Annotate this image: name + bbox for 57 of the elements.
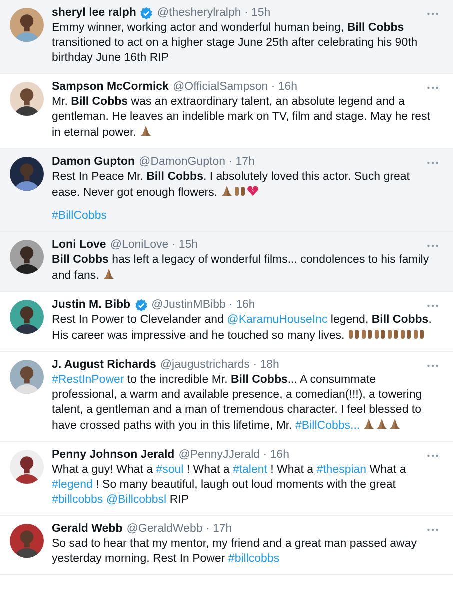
more-icon[interactable]	[427, 86, 439, 90]
raised-hands-icon	[234, 185, 246, 197]
tweet-text: So sad to hear that my mentor, my friend and a great man passed away yesterday morning. Rest In Power #billcobbs	[52, 537, 418, 567]
handle-and-time: @PennyJJerald · 16h	[178, 448, 290, 463]
praying-hands-icon	[363, 418, 376, 430]
more-icon[interactable]	[427, 12, 439, 16]
handle-and-time: @thesherylralph · 15h	[157, 6, 271, 21]
handle-and-time: @jaugustrichards · 18h	[160, 358, 280, 373]
tweet-text: Bill Cobbs has left a legacy of wonderful films... condolences to his family and fans.	[52, 253, 430, 284]
raised-hands-icon	[348, 328, 360, 340]
link[interactable]: #billcobbs	[228, 553, 280, 565]
raised-hands-icon	[374, 328, 386, 340]
link[interactable]: #billcobbs	[52, 494, 104, 506]
user-name[interactable]: Penny Johnson Jerald	[52, 448, 175, 463]
more-icon[interactable]	[427, 304, 439, 308]
link[interactable]: @Billcobbsl	[106, 494, 167, 506]
link[interactable]: #BillCobbs	[52, 210, 107, 222]
link[interactable]: #soul	[156, 464, 184, 476]
link[interactable]: @KaramuHouseInc	[227, 314, 328, 326]
tweet-text: Mr. Bill Cobbs was an extraordinary talent, an absolute legend and a gentleman. He leaves an indelible mark on TV, film and stage. May he rest in eternal power.	[52, 95, 432, 141]
more-icon[interactable]	[427, 454, 439, 458]
user-name[interactable]: Justin M. Bibb	[52, 298, 131, 313]
user-name[interactable]: Loni Love	[52, 238, 106, 253]
handle-and-time: @GeraldWebb · 17h	[126, 522, 232, 537]
more-icon[interactable]	[427, 160, 439, 164]
user-name[interactable]: J. August Richards	[52, 358, 156, 373]
raised-hands-icon	[412, 328, 425, 340]
handle-and-time: @JustinMBibb · 16h	[152, 298, 256, 313]
link[interactable]: #legend	[52, 479, 93, 491]
tweet-text: Emmy winner, working actor and wonderful human being, Bill Cobbs transitioned to act on a higher stage June 25th after celebrating his 90th birthday June 16th RIP	[52, 21, 419, 66]
raised-hands-icon	[386, 328, 399, 340]
more-icon[interactable]	[427, 364, 439, 368]
more-icon[interactable]	[427, 244, 439, 248]
user-name[interactable]: Damon Gupton	[52, 155, 136, 170]
raised-hands-icon	[360, 328, 373, 340]
link[interactable]: #thespian	[316, 464, 367, 476]
handle-and-time: @DamonGupton · 17h	[139, 155, 255, 170]
broken-heart-icon	[246, 185, 259, 197]
link[interactable]: #BillCobbs...	[296, 420, 360, 432]
tweet-text: Rest In Peace Mr. Bill Cobbs. I absolutely loved this actor. Such great ease. Never got enough flowers.	[52, 170, 411, 201]
handle-and-time: @OfficialSampson · 16h	[172, 80, 298, 95]
praying-hands-icon	[102, 268, 115, 280]
link[interactable]: #talent	[232, 464, 268, 476]
raised-hands-icon	[400, 328, 412, 340]
praying-hands-icon	[140, 125, 152, 137]
user-name[interactable]: Sampson McCormick	[52, 80, 169, 95]
user-name[interactable]: Gerald Webb	[52, 522, 123, 537]
praying-hands-icon	[376, 418, 388, 430]
tweet-text: What a guy! What a #soul ! What a #talent ! What a #thespian What a #legend ! So many beautiful, laugh out loud moments with the great #billcobbs @Billcobbsl RIP	[52, 463, 408, 508]
link[interactable]: #RestInPower	[52, 374, 124, 386]
user-name[interactable]: sheryl lee ralph	[52, 6, 136, 21]
praying-hands-icon	[220, 185, 233, 197]
tweet-text: #RestInPower to the incredible Mr. Bill Cobbs... A consummate professional, a warm and available presence, a comedian(!!!), a towering talent, a gentleman and a man of tremendous character. I feel blessed to have crossed paths with you in this lifetime, Mr. #BillCobbs...	[52, 373, 424, 434]
more-icon[interactable]	[427, 528, 439, 532]
tweet-text: Rest In Power to Clevelander and @KaramuHouseInc legend, Bill Cobbs. His career was impressive and he touched so many lives.	[52, 313, 433, 344]
handle-and-time: @LoniLove · 15h	[110, 238, 198, 253]
praying-hands-icon	[389, 418, 402, 430]
